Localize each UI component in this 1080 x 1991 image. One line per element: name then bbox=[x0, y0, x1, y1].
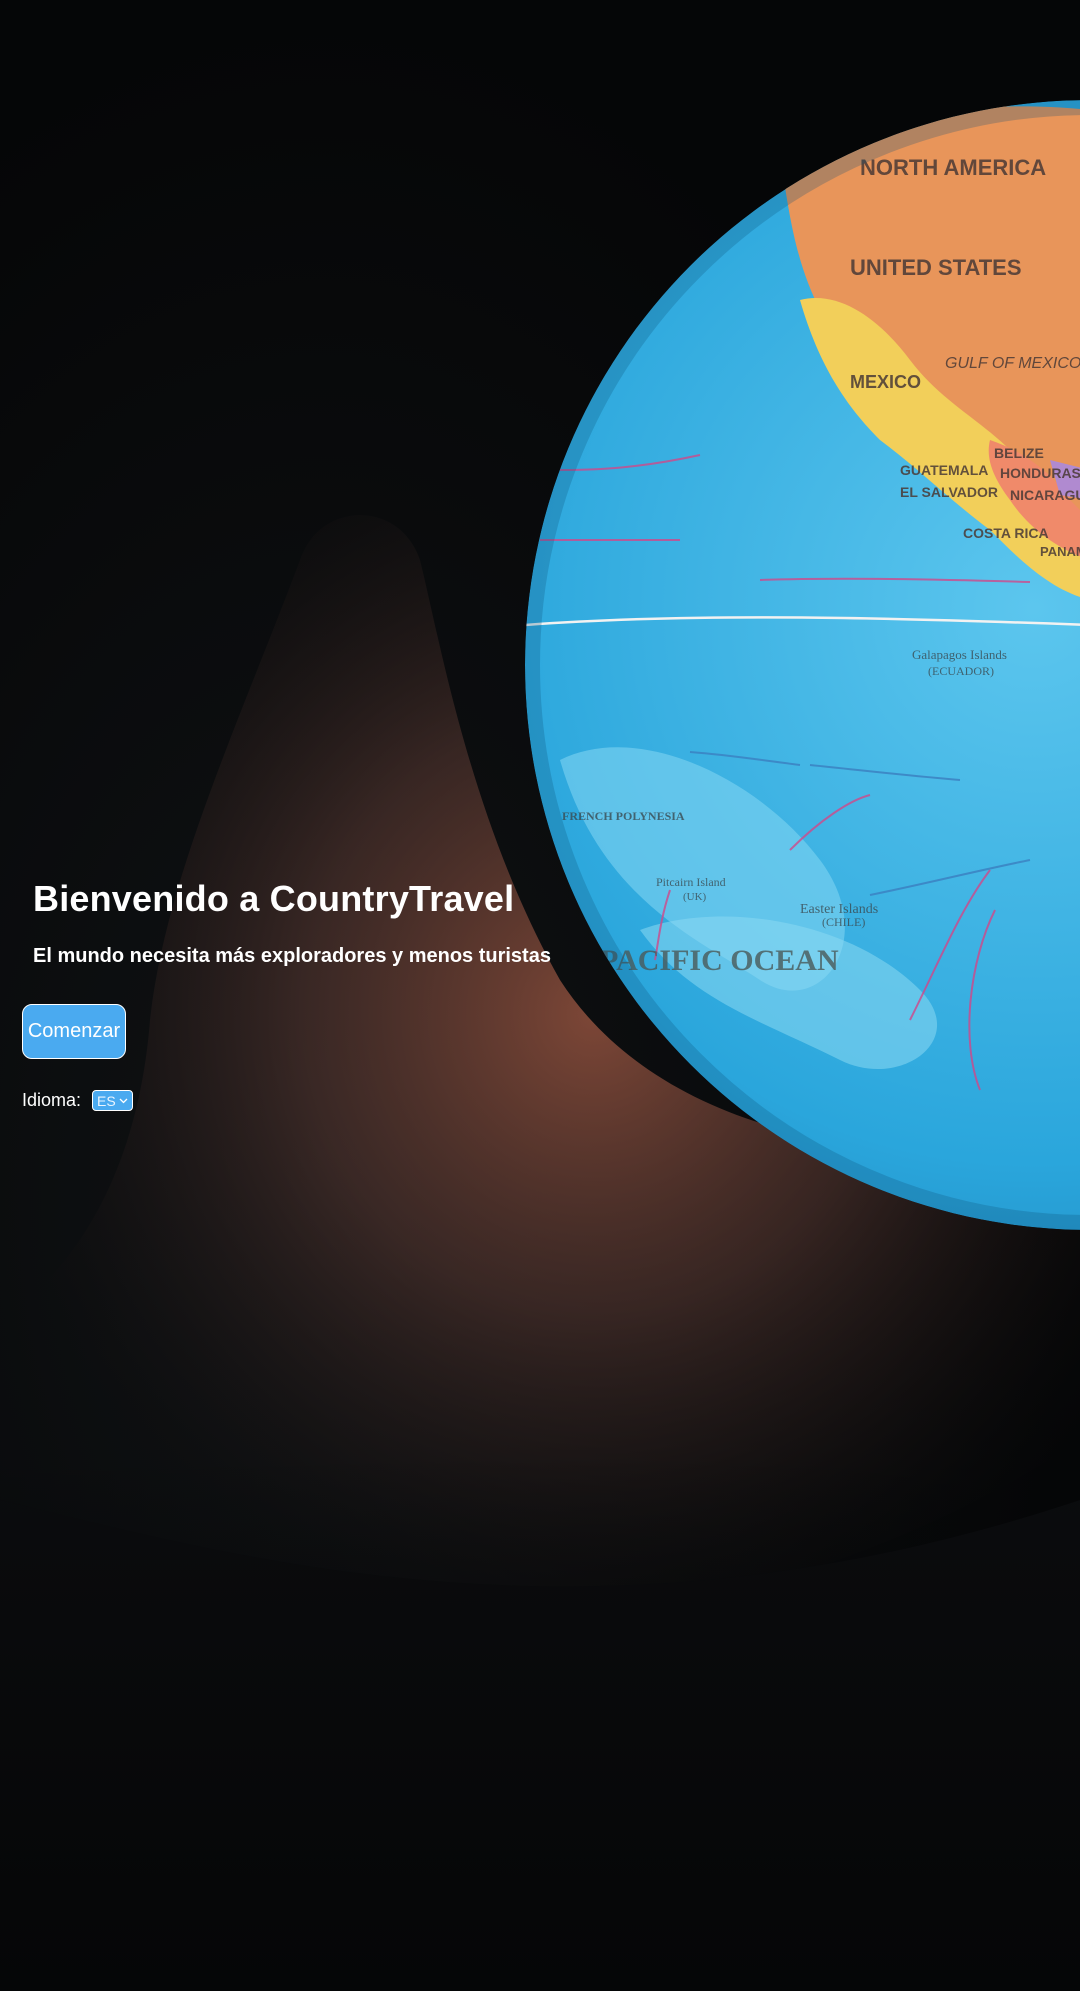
welcome-panel: Bienvenido a CountryTravel El mundo nece… bbox=[0, 0, 1080, 1991]
page-title: Bienvenido a CountryTravel bbox=[33, 878, 515, 919]
page-subtitle: El mundo necesita más exploradores y men… bbox=[33, 945, 551, 967]
language-label: Idioma: bbox=[22, 1090, 82, 1110]
language-select[interactable]: ES bbox=[92, 1090, 133, 1111]
start-button[interactable]: Comenzar bbox=[22, 1004, 126, 1059]
language-selected-value: ES bbox=[97, 1092, 116, 1109]
chevron-down-icon bbox=[119, 1098, 128, 1103]
language-selector-row: Idioma: ES bbox=[22, 1090, 133, 1111]
